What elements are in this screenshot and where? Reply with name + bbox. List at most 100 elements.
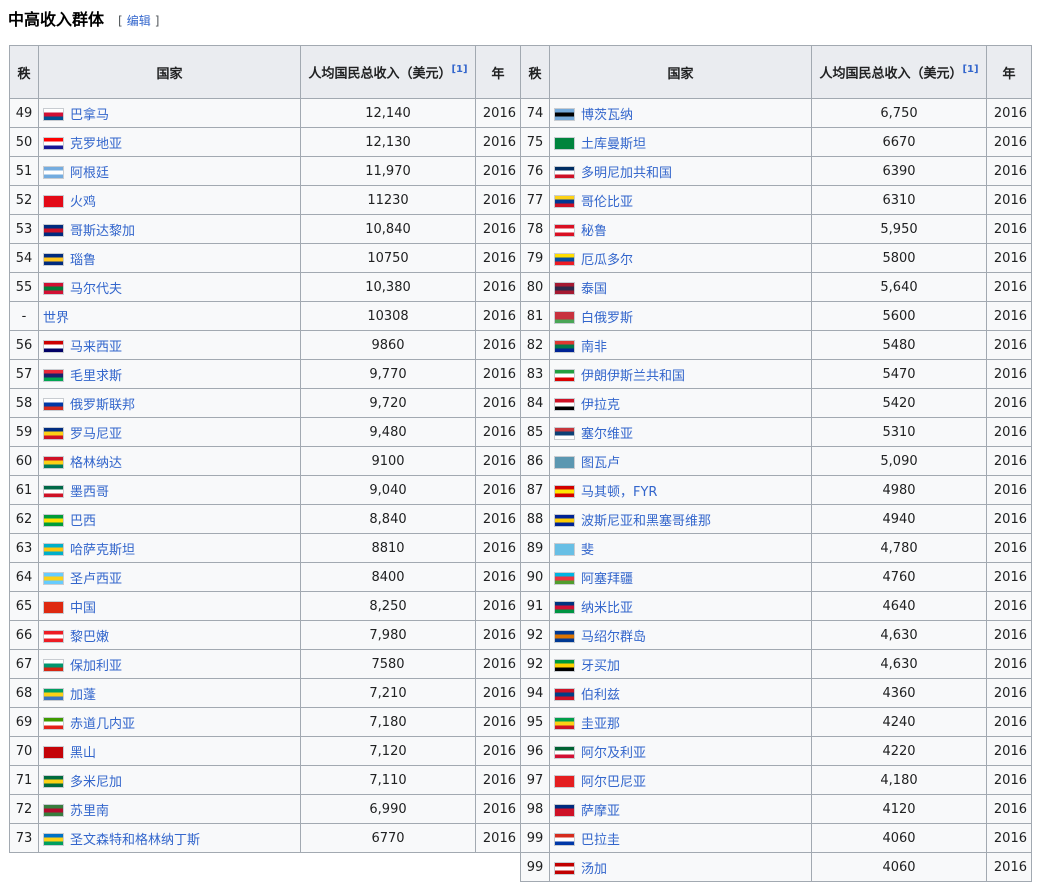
country-link[interactable]: 萨摩亚 [581, 804, 620, 819]
year-cell: 2016 [475, 127, 521, 157]
header-year[interactable]: 年 [986, 45, 1032, 99]
flag-icon [43, 223, 64, 237]
table-row: 71 多米尼加 7,110 2016 [9, 765, 521, 795]
flag-icon [43, 368, 64, 382]
country-link[interactable]: 泰国 [581, 282, 607, 297]
ref-link[interactable]: [1] [451, 64, 467, 75]
flag-icon [554, 716, 575, 730]
country-link[interactable]: 罗马尼亚 [70, 427, 122, 442]
country-link[interactable]: 多米尼加 [70, 775, 122, 790]
country-link[interactable]: 火鸡 [70, 195, 96, 210]
table-row: 51 阿根廷 11,970 2016 [9, 156, 521, 186]
country-link[interactable]: 厄瓜多尔 [581, 253, 633, 268]
year-cell: 2016 [475, 214, 521, 244]
country-link[interactable]: 黎巴嫩 [70, 630, 109, 645]
country-link[interactable]: 哥斯达黎加 [70, 224, 135, 239]
flag-icon [43, 194, 64, 208]
income-cell: 9100 [300, 446, 476, 476]
header-year[interactable]: 年 [475, 45, 521, 99]
country-link[interactable]: 加蓬 [70, 688, 96, 703]
country-link[interactable]: 格林纳达 [70, 456, 122, 471]
country-link[interactable]: 多明尼加共和国 [581, 166, 672, 181]
table-row: 89 斐 4,780 2016 [520, 533, 1032, 563]
year-cell: 2016 [475, 794, 521, 824]
country-link[interactable]: 白俄罗斯 [581, 311, 633, 326]
year-cell: 2016 [986, 388, 1032, 418]
flag-icon [43, 426, 64, 440]
country-link[interactable]: 秘鲁 [581, 224, 607, 239]
country-link[interactable]: 阿尔及利亚 [581, 746, 646, 761]
country-link[interactable]: 圣文森特和格林纳丁斯 [70, 833, 200, 848]
country-link[interactable]: 纳米比亚 [581, 601, 633, 616]
country-link[interactable]: 墨西哥 [70, 485, 109, 500]
header-rank[interactable]: 秩 [9, 45, 39, 99]
header-rank[interactable]: 秩 [520, 45, 550, 99]
rank-cell: 76 [520, 156, 550, 186]
country-link[interactable]: 塞尔维亚 [581, 427, 633, 442]
country-link[interactable]: 马尔代夫 [70, 282, 122, 297]
country-link[interactable]: 马绍尔群岛 [581, 630, 646, 645]
header-income[interactable]: 人均国民总收入（美元）[1] [300, 45, 476, 99]
country-cell: 圣卢西亚 [38, 562, 301, 592]
country-cell: 汤加 [549, 852, 812, 882]
country-link[interactable]: 伯利兹 [581, 688, 620, 703]
country-link[interactable]: 阿尔巴尼亚 [581, 775, 646, 790]
country-link[interactable]: 马其顿，FYR [581, 485, 657, 500]
country-cell: 马来西亚 [38, 330, 301, 360]
country-link[interactable]: 赤道几内亚 [70, 717, 135, 732]
rank-cell: 74 [520, 98, 550, 128]
country-link[interactable]: 土库曼斯坦 [581, 137, 646, 152]
country-link[interactable]: 汤加 [581, 862, 607, 877]
income-cell: 6770 [300, 823, 476, 853]
country-link[interactable]: 伊拉克 [581, 398, 620, 413]
country-link[interactable]: 克罗地亚 [70, 137, 122, 152]
country-link[interactable]: 苏里南 [70, 804, 109, 819]
country-link[interactable]: 哥伦比亚 [581, 195, 633, 210]
table-row: 49 巴拿马 12,140 2016 [9, 98, 521, 128]
country-link[interactable]: 牙买加 [581, 659, 620, 674]
income-cell: 7580 [300, 649, 476, 679]
rank-cell: 63 [9, 533, 39, 563]
country-link[interactable]: 黑山 [70, 746, 96, 761]
header-country[interactable]: 国家 [38, 45, 301, 99]
country-link[interactable]: 南非 [581, 340, 607, 355]
country-link[interactable]: 中国 [70, 601, 96, 616]
flag-icon [554, 513, 575, 527]
country-link[interactable]: 毛里求斯 [70, 369, 122, 384]
country-link[interactable]: 博茨瓦纳 [581, 108, 633, 123]
header-country[interactable]: 国家 [549, 45, 812, 99]
flag-icon [43, 165, 64, 179]
country-link[interactable]: 圣卢西亚 [70, 572, 122, 587]
country-link[interactable]: 巴拿马 [70, 108, 109, 123]
country-link[interactable]: 世界 [43, 311, 69, 326]
country-link[interactable]: 巴拉圭 [581, 833, 620, 848]
country-cell: 世界 [38, 301, 301, 331]
income-cell: 5470 [811, 359, 987, 389]
flag-icon [554, 310, 575, 324]
country-link[interactable]: 波斯尼亚和黑塞哥维那 [581, 514, 711, 529]
year-cell: 2016 [475, 649, 521, 679]
header-income[interactable]: 人均国民总收入（美元）[1] [811, 45, 987, 99]
country-link[interactable]: 阿塞拜疆 [581, 572, 633, 587]
country-cell: 哈萨克斯坦 [38, 533, 301, 563]
country-link[interactable]: 保加利亚 [70, 659, 122, 674]
country-link[interactable]: 伊朗伊斯兰共和国 [581, 369, 685, 384]
edit-link[interactable]: 编辑 [127, 14, 151, 28]
year-cell: 2016 [986, 678, 1032, 708]
country-link[interactable]: 瑙鲁 [70, 253, 96, 268]
country-cell: 中国 [38, 591, 301, 621]
country-link[interactable]: 阿根廷 [70, 166, 109, 181]
country-link[interactable]: 马来西亚 [70, 340, 122, 355]
country-link[interactable]: 斐 [581, 543, 594, 558]
ref-link[interactable]: [1] [962, 64, 978, 75]
country-link[interactable]: 巴西 [70, 514, 96, 529]
country-cell: 阿根廷 [38, 156, 301, 186]
country-link[interactable]: 图瓦卢 [581, 456, 620, 471]
income-cell: 8400 [300, 562, 476, 592]
flag-icon [554, 194, 575, 208]
country-link[interactable]: 圭亚那 [581, 717, 620, 732]
table-row: 78 秘鲁 5,950 2016 [520, 214, 1032, 244]
year-cell: 2016 [986, 417, 1032, 447]
country-link[interactable]: 哈萨克斯坦 [70, 543, 135, 558]
country-link[interactable]: 俄罗斯联邦 [70, 398, 135, 413]
